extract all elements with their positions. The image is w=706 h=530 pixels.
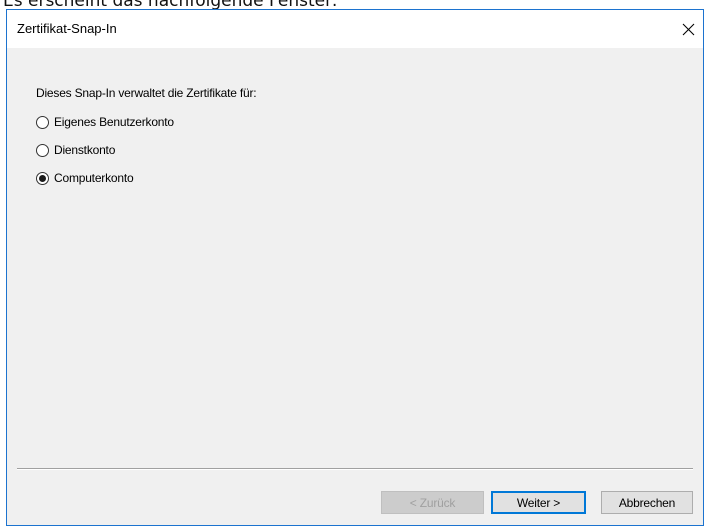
- certificate-snapin-dialog: Zertifikat-Snap-In Dieses Snap-In verwal…: [6, 9, 704, 526]
- radio-selected-dot: [39, 174, 46, 182]
- option-service-account[interactable]: Dienstkonto: [36, 142, 115, 158]
- title-bar: Zertifikat-Snap-In: [7, 10, 703, 48]
- dialog-title: Zertifikat-Snap-In: [17, 21, 117, 36]
- radio-button[interactable]: [36, 115, 49, 129]
- option-label: Dienstkonto: [54, 143, 116, 157]
- account-prompt: Dieses Snap-In verwaltet die Zertifikate…: [36, 86, 257, 100]
- close-icon: [682, 23, 694, 35]
- footer-separator: [17, 468, 693, 470]
- next-button[interactable]: Weiter >: [491, 491, 586, 514]
- option-computer-account[interactable]: Computerkonto: [36, 170, 134, 186]
- radio-button[interactable]: [36, 143, 49, 157]
- radio-button-selected[interactable]: [36, 171, 49, 185]
- option-label: Computerkonto: [54, 171, 134, 185]
- cancel-button[interactable]: Abbrechen: [601, 491, 693, 514]
- close-button[interactable]: [673, 10, 703, 48]
- option-own-user-account[interactable]: Eigenes Benutzerkonto: [36, 114, 174, 130]
- option-label: Eigenes Benutzerkonto: [54, 115, 174, 129]
- back-button[interactable]: < Zurück: [381, 491, 484, 514]
